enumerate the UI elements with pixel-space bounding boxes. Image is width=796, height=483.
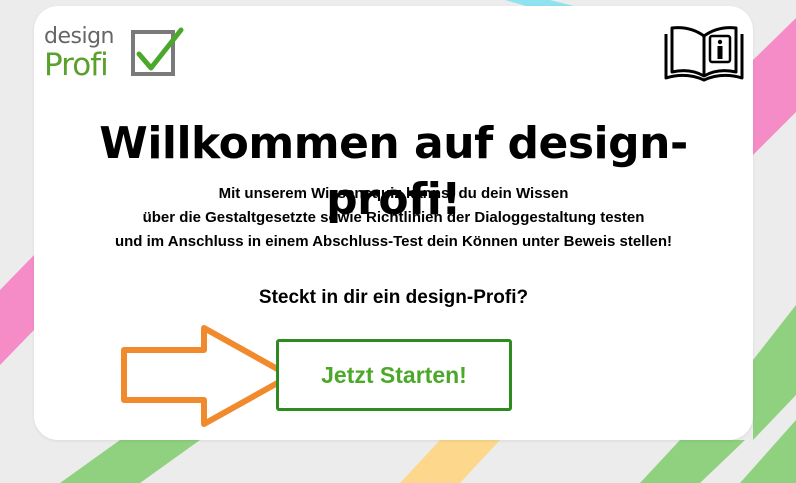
intro-description: Mit unserem Wissensquiz kannst du dein W… — [34, 182, 753, 254]
checkmark-icon — [136, 27, 184, 71]
stripe-pink-left — [0, 255, 34, 365]
stripe-green-right-edge — [753, 305, 796, 440]
arrow-right-icon — [121, 325, 293, 427]
stripe-green-bottom — [60, 440, 200, 483]
description-line-1: Mit unserem Wissensquiz kannst du dein W… — [218, 185, 569, 202]
stripe-green-bottom-2 — [640, 440, 745, 483]
description-line-3: und im Anschluss in einem Abschluss-Test… — [114, 233, 673, 250]
description-line-2: über die Gestaltgesetzte sowie Richtlini… — [142, 209, 645, 226]
logo-text-design: design — [44, 24, 114, 49]
logo-text-profi: Profi — [44, 47, 109, 83]
stripe-pink-right — [753, 18, 796, 155]
start-button[interactable]: Jetzt Starten! — [276, 339, 512, 411]
book-info-icon — [664, 26, 744, 82]
info-book-button[interactable] — [662, 24, 746, 86]
challenge-question: Steckt in dir ein design-Profi? — [258, 287, 529, 308]
logo: design Profi — [44, 26, 184, 86]
stripe-yellow-bottom — [400, 440, 500, 483]
